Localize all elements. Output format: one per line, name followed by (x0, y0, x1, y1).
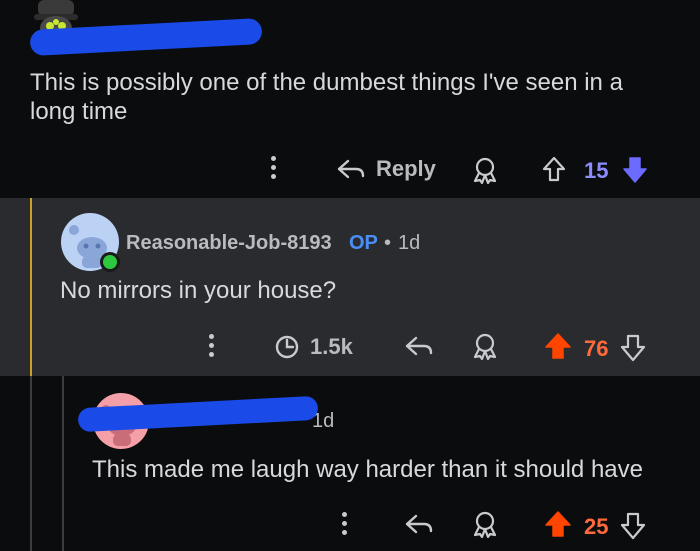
awards-button[interactable]: 1.5k (274, 334, 353, 360)
vote-score: 25 (584, 514, 609, 539)
upvote-arrow-icon (542, 156, 566, 182)
thread-line[interactable] (30, 376, 32, 551)
upvote-button[interactable] (542, 156, 566, 182)
reply-label: Reply (376, 156, 436, 181)
downvote-button[interactable] (620, 512, 646, 540)
thread-line[interactable] (62, 376, 64, 551)
awards-count: 1.5k (310, 334, 353, 359)
op-badge: OP (349, 232, 378, 254)
upvote-arrow-icon (545, 333, 571, 359)
user-avatar[interactable] (60, 212, 122, 274)
award-icon (473, 157, 497, 184)
downvote-arrow-icon (623, 157, 647, 183)
comment-1: chitu 1d This is possibly one of the dum… (0, 0, 700, 198)
reply-arrow-icon (337, 159, 365, 179)
award-icon (473, 511, 497, 538)
more-options-icon[interactable] (209, 334, 214, 357)
comment-body: This made me laugh way harder than it sh… (92, 456, 643, 483)
clock-icon (275, 335, 299, 359)
vote-score: 15 (584, 158, 609, 183)
comment-body: This is possibly one of the dumbest thin… (30, 69, 623, 125)
reply-button[interactable]: Reply (336, 156, 436, 182)
upvote-arrow-icon (545, 511, 571, 537)
thread-line[interactable] (30, 198, 32, 376)
reply-arrow-icon (405, 514, 433, 534)
reply-arrow-icon (405, 336, 433, 356)
comment-3: 1d This made me laugh way harder than it… (0, 376, 700, 551)
comment-2: Reasonable-Job-8193 OP • 1d No mirrors i… (0, 198, 700, 376)
downvote-arrow-icon (620, 334, 646, 362)
meta-separator: • (384, 232, 392, 254)
award-button[interactable] (472, 332, 498, 360)
snoo-avatar-icon (61, 213, 120, 272)
downvote-button[interactable] (620, 334, 646, 362)
downvote-button[interactable] (622, 156, 648, 184)
upvote-button[interactable] (544, 332, 572, 360)
more-options-icon[interactable] (271, 156, 276, 179)
reply-button[interactable] (404, 334, 434, 358)
downvote-arrow-icon (620, 512, 646, 540)
comment-username[interactable]: Reasonable-Job-8193 (126, 232, 332, 255)
award-button[interactable] (472, 510, 498, 538)
comment-age: 1d (398, 232, 421, 254)
vote-score: 76 (584, 336, 609, 361)
upvote-button[interactable] (544, 510, 572, 538)
reply-button[interactable] (404, 512, 434, 536)
comment-body: No mirrors in your house? (60, 277, 337, 304)
more-options-icon[interactable] (342, 512, 347, 535)
award-icon (473, 333, 497, 360)
award-button[interactable] (472, 156, 498, 184)
